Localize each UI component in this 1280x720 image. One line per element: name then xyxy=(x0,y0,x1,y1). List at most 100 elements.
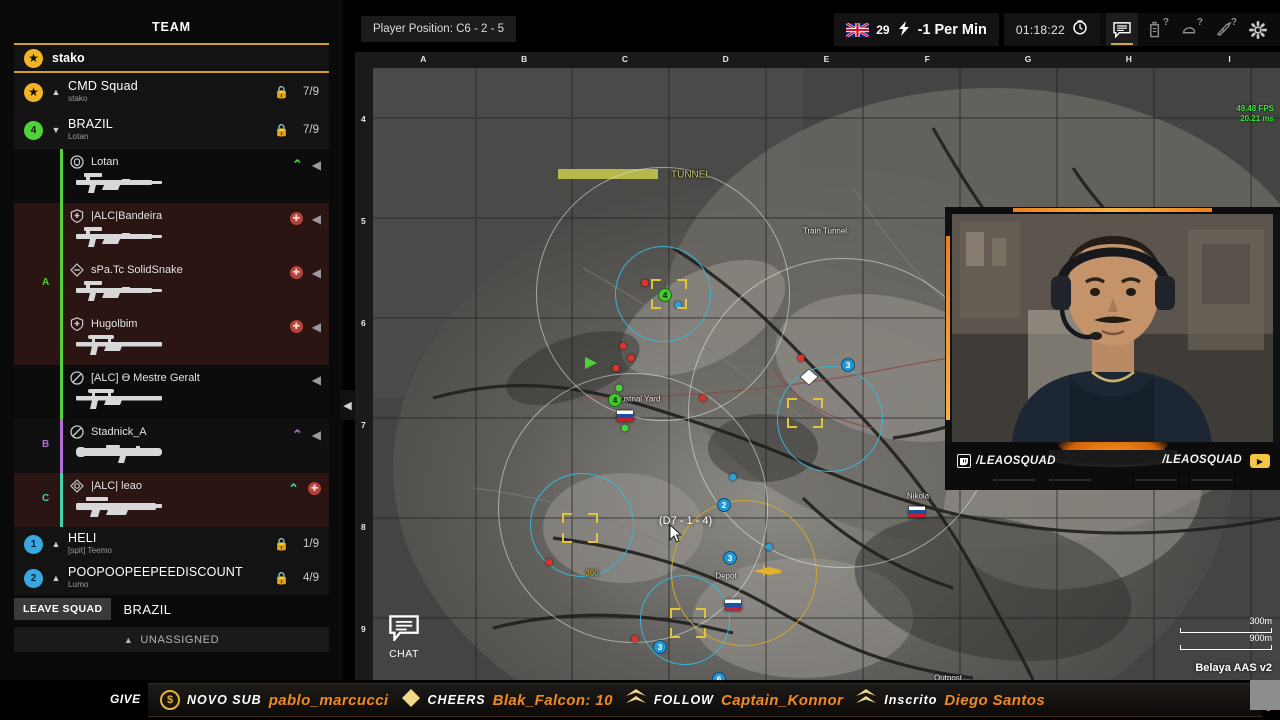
squad-member-row[interactable]: |ALC|Bandeira ✚ ◀ xyxy=(14,203,329,257)
squad-member-count: 1/9 xyxy=(303,538,319,550)
speaker-icon[interactable]: ◀ xyxy=(312,321,321,333)
speaker-icon[interactable]: ◀ xyxy=(312,159,321,171)
squad-member-count: 4/9 xyxy=(303,572,319,584)
objective-bracket xyxy=(562,513,598,543)
fps-value: 49.48 FPS xyxy=(1236,104,1274,113)
player-position-chip: Player Position: C6 - 2 - 5 xyxy=(361,16,517,42)
objective-bracket xyxy=(787,398,823,428)
chevrons-icon xyxy=(855,688,877,713)
speaker-icon[interactable]: ◀ xyxy=(312,429,321,441)
squad-member-row[interactable]: |ALC| leao ⌃ ✚ xyxy=(14,473,329,527)
wounded-status-icon: ✚ xyxy=(308,482,321,495)
squad-member-row[interactable]: Lotan ⌃ ◀ xyxy=(14,149,329,203)
friendly-marker xyxy=(765,543,773,551)
speaker-icon[interactable]: ◀ xyxy=(312,213,321,225)
ticker-alert-kind: NOVO SUB xyxy=(187,693,262,707)
squad-name: BRAZIL xyxy=(68,117,113,132)
map-grid-columns: A B C D E F G H I xyxy=(355,52,1280,68)
ticker-thumbnail xyxy=(1250,680,1280,710)
fireteam-color-bar xyxy=(60,203,63,257)
squad-map-marker[interactable]: 6 xyxy=(712,672,726,680)
map-chat-button[interactable]: CHAT xyxy=(389,615,419,660)
speaker-icon[interactable]: ◀ xyxy=(312,374,321,386)
squad-map-marker[interactable]: 3 xyxy=(841,358,855,372)
wounded-status-icon: ✚ xyxy=(289,212,303,225)
squad-name: CMD Squad xyxy=(68,79,138,94)
friendly-marker xyxy=(615,384,623,392)
aircraft-marker xyxy=(753,564,781,578)
twitch-handle-text: /LEAOSQUAD xyxy=(976,455,1056,467)
ticker-alert-user: Captain_Konnor xyxy=(720,691,844,709)
question-mark-badge: ? xyxy=(1162,17,1169,28)
ticket-count: 29 xyxy=(876,22,890,37)
squad-member-count: 7/9 xyxy=(303,124,319,136)
hud-icon-bar: ? ? ? xyxy=(1100,13,1280,46)
squad-map-marker[interactable]: 4 xyxy=(658,288,672,302)
grid-column-label: I xyxy=(1228,54,1231,64)
enemy-contact-marker xyxy=(545,558,553,566)
weapon-silhouette xyxy=(70,495,329,519)
squad-header-brazil[interactable]: 4 ▼ BRAZIL Lotan 🔒 7/9 xyxy=(14,111,329,149)
map-collapse-handle[interactable]: ◀ xyxy=(340,390,355,420)
fireteam-color-bar xyxy=(60,365,63,419)
grid-row-label: 4 xyxy=(361,114,366,124)
squad-member-row[interactable]: Stadnick_A ⌃ ◀ xyxy=(14,419,329,473)
gear-icon[interactable] xyxy=(1242,13,1274,46)
fps-counter: 49.48 FPS 20.21 ms xyxy=(1236,104,1274,124)
current-squad-label: BRAZIL xyxy=(123,601,172,617)
wounded-status-icon: ✚ xyxy=(289,266,303,279)
squad-header-cmd[interactable]: ★ ▲ CMD Squad stako 🔒 7/9 xyxy=(14,73,329,111)
lock-open-icon: 🔒 xyxy=(274,85,289,99)
ticker-alert-item: FOLLOW Captain_Konnor xyxy=(619,688,849,713)
chevron-down-icon[interactable]: ▼ xyxy=(50,125,62,135)
rifleman-icon xyxy=(70,262,84,277)
chevron-up-icon[interactable]: ▲ xyxy=(50,539,62,549)
squad-header-poopoopeepeediscount[interactable]: 2 ▲ POOPOOPEEPEEDISCOUNT Lumo 🔒 4/9 xyxy=(14,561,329,595)
map-location-label: Depot xyxy=(715,571,737,581)
webcam-branding-bar: /LEAOSQUAD /LEAOSQUAD ▶ xyxy=(945,442,1280,490)
rocket-icon[interactable]: ? xyxy=(1208,13,1240,46)
squad-map-marker[interactable]: 4 xyxy=(608,393,622,407)
helmet-icon[interactable]: ? xyxy=(1174,13,1206,46)
self-player-row[interactable]: ★ stako xyxy=(14,43,329,73)
leave-squad-button[interactable]: LEAVE SQUAD xyxy=(14,598,112,620)
squad-leader-name: Lumo xyxy=(68,579,89,589)
stream-alert-ticker: GIVE $ NOVO SUB pablo_marcucci CHEERS Blak_F… xyxy=(0,680,1280,720)
chevron-up-icon[interactable]: ▲ xyxy=(50,87,62,97)
squad-map-marker[interactable]: 2 xyxy=(717,498,731,512)
objective-bracket xyxy=(670,608,706,638)
webcam-top-frame xyxy=(945,207,1280,214)
enemy-contact-marker xyxy=(631,635,639,643)
squad-header-heli[interactable]: 1 ▲ HELI [spit] Teemo 🔒 1/9 xyxy=(14,527,329,561)
youtube-handle: /LEAOSQUAD xyxy=(1162,454,1242,466)
grid-row-label: 6 xyxy=(361,318,366,328)
speaker-icon[interactable]: ◀ xyxy=(312,267,321,279)
self-player-name: stako xyxy=(52,51,85,65)
enemy-contact-marker xyxy=(612,364,620,372)
map-grid-rows: 4 5 6 7 8 9 xyxy=(355,52,373,680)
squad-member-row[interactable]: Hugolbim ✚ ◀ xyxy=(14,311,329,365)
grid-column-label: B xyxy=(521,54,528,64)
grid-column-label: C xyxy=(621,54,629,64)
squad-member-row[interactable]: [ALC] Ө Mestre Geralt ◀ xyxy=(14,365,329,419)
star-icon: ★ xyxy=(24,48,43,68)
squad-number-badge: 4 xyxy=(24,120,43,140)
map-name-label: Belaya AAS v2 xyxy=(1195,662,1272,674)
fireteam-color-bar xyxy=(60,311,63,365)
squad-map-marker[interactable]: 3 xyxy=(723,551,737,565)
other-squad-list: 1 ▲ HELI [spit] Teemo 🔒 1/9 2 ▲ POOPOOPE… xyxy=(14,527,329,595)
chat-icon[interactable] xyxy=(1106,13,1138,46)
lock-closed-icon: 🔒 xyxy=(274,123,289,137)
unassigned-section-header[interactable]: ▲ UNASSIGNED xyxy=(14,627,329,652)
ticket-rate: -1 Per Min xyxy=(917,21,987,38)
squad-member-row[interactable]: sPa.Tc SolidSnake ✚ ◀ xyxy=(14,257,329,311)
mouse-cursor xyxy=(669,524,682,543)
grid-column-label: D xyxy=(722,54,729,64)
ticker-alert-user: Blak_Falcon: 10 xyxy=(492,691,613,709)
role-kit-icon[interactable]: ? xyxy=(1140,13,1172,46)
squad-map-marker[interactable]: 3 xyxy=(653,640,667,654)
chevron-up-icon[interactable]: ▲ xyxy=(50,573,62,583)
cursor-grid-tooltip: (D7 - 1 - 4) xyxy=(659,515,713,527)
squad-number-badge: 2 xyxy=(24,568,43,588)
frametime-value: 20.21 ms xyxy=(1240,114,1274,123)
